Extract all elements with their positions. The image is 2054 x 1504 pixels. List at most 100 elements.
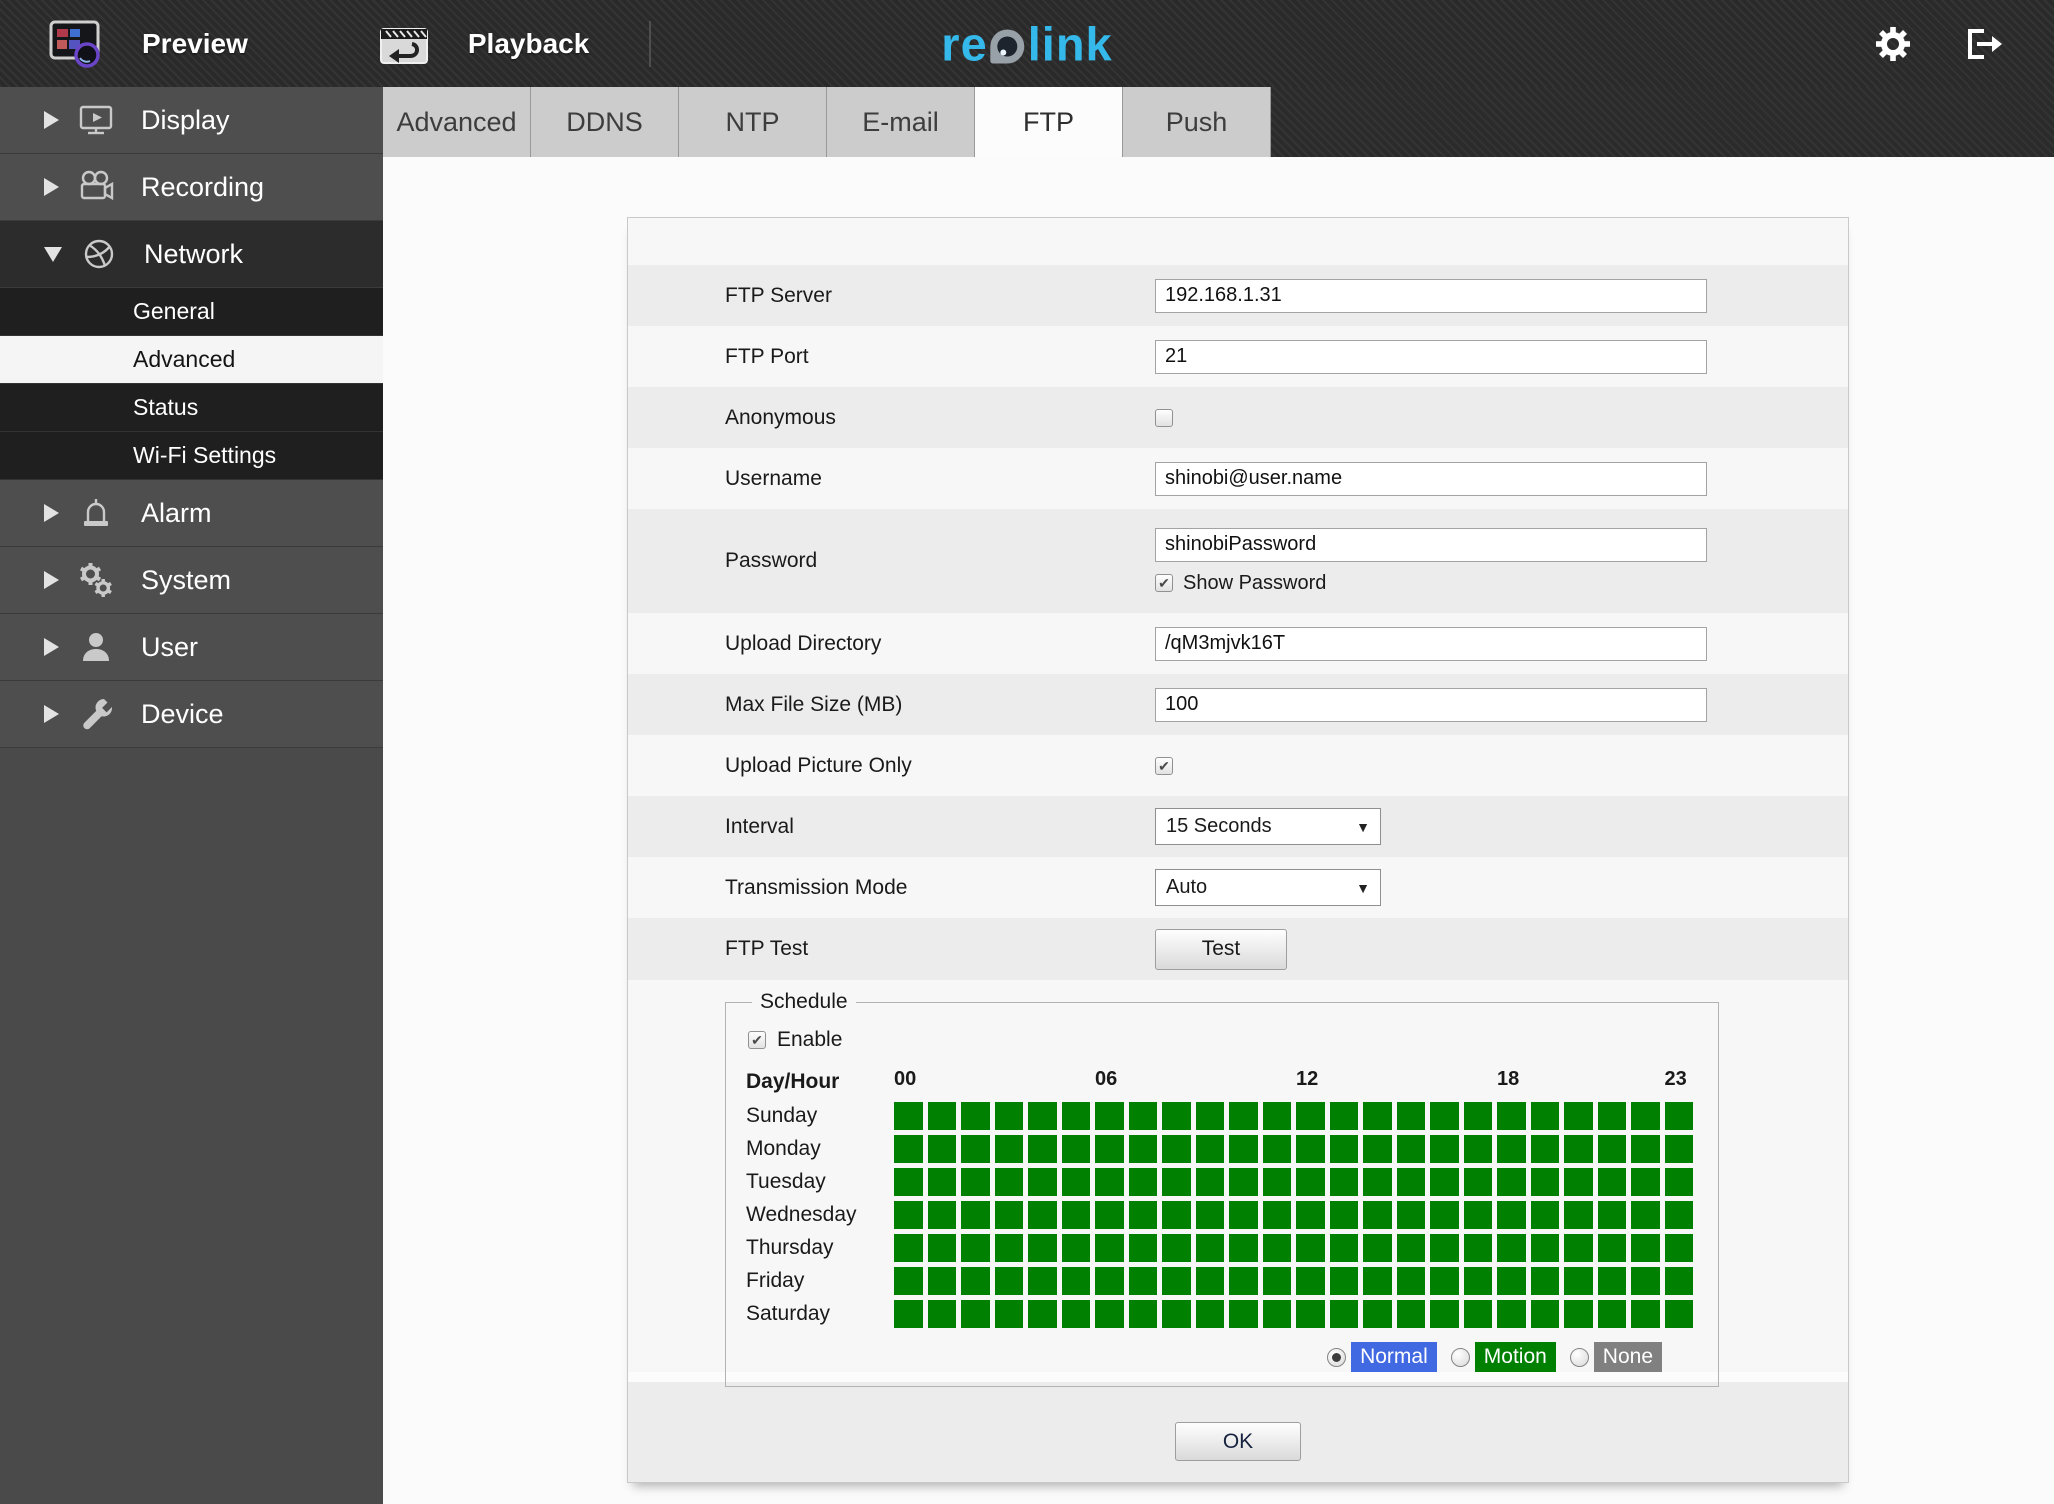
schedule-cell[interactable]	[894, 1135, 923, 1163]
anonymous-checkbox[interactable]	[1155, 408, 1173, 427]
username-input[interactable]	[1155, 461, 1707, 496]
schedule-cell[interactable]	[961, 1168, 990, 1196]
schedule-cell[interactable]	[1664, 1201, 1693, 1229]
schedule-cell[interactable]	[894, 1300, 923, 1328]
schedule-cell[interactable]	[1128, 1168, 1157, 1196]
schedule-cell[interactable]	[1396, 1102, 1425, 1130]
tab-email[interactable]: E-mail	[827, 87, 975, 157]
mode-normal-chip[interactable]: Normal	[1351, 1342, 1437, 1372]
schedule-cell[interactable]	[1396, 1300, 1425, 1328]
schedule-cell[interactable]	[961, 1201, 990, 1229]
schedule-cell[interactable]	[1631, 1102, 1660, 1130]
schedule-cell[interactable]	[1128, 1135, 1157, 1163]
schedule-cell[interactable]	[1162, 1102, 1191, 1130]
schedule-cell[interactable]	[1028, 1234, 1057, 1262]
schedule-cell[interactable]	[1430, 1267, 1459, 1295]
schedule-cell[interactable]	[1597, 1234, 1626, 1262]
schedule-cell[interactable]	[1597, 1168, 1626, 1196]
schedule-cell[interactable]	[927, 1168, 956, 1196]
schedule-cell[interactable]	[894, 1267, 923, 1295]
schedule-cell[interactable]	[1396, 1234, 1425, 1262]
schedule-cell[interactable]	[1195, 1201, 1224, 1229]
schedule-cell[interactable]	[1631, 1201, 1660, 1229]
schedule-cell[interactable]	[1664, 1267, 1693, 1295]
schedule-cell[interactable]	[1329, 1168, 1358, 1196]
sidebar-item-display[interactable]: Display	[0, 87, 383, 154]
schedule-cell[interactable]	[1262, 1267, 1291, 1295]
ftp-port-input[interactable]	[1155, 339, 1707, 374]
schedule-cell[interactable]	[1396, 1135, 1425, 1163]
schedule-cell[interactable]	[961, 1102, 990, 1130]
schedule-cell[interactable]	[1363, 1102, 1392, 1130]
schedule-enable-checkbox[interactable]	[748, 1031, 766, 1049]
schedule-cell[interactable]	[1095, 1201, 1124, 1229]
schedule-cell[interactable]	[1363, 1135, 1392, 1163]
schedule-cell[interactable]	[1463, 1234, 1492, 1262]
schedule-cell[interactable]	[1262, 1234, 1291, 1262]
schedule-cell[interactable]	[1463, 1267, 1492, 1295]
schedule-cell[interactable]	[1095, 1267, 1124, 1295]
schedule-cell[interactable]	[1229, 1102, 1258, 1130]
schedule-cell[interactable]	[1229, 1267, 1258, 1295]
schedule-cell[interactable]	[1631, 1267, 1660, 1295]
schedule-cell[interactable]	[1262, 1102, 1291, 1130]
schedule-cell[interactable]	[1296, 1135, 1325, 1163]
mode-normal-radio[interactable]	[1327, 1347, 1347, 1367]
schedule-cell[interactable]	[1597, 1300, 1626, 1328]
tab-ftp[interactable]: FTP	[975, 87, 1123, 157]
schedule-cell[interactable]	[1463, 1300, 1492, 1328]
schedule-cell[interactable]	[1329, 1201, 1358, 1229]
schedule-cell[interactable]	[927, 1234, 956, 1262]
schedule-cell[interactable]	[1664, 1135, 1693, 1163]
schedule-cell[interactable]	[1363, 1234, 1392, 1262]
schedule-cell[interactable]	[1028, 1300, 1057, 1328]
sidebar-subitem-status[interactable]: Status	[0, 384, 383, 432]
schedule-cell[interactable]	[1028, 1135, 1057, 1163]
schedule-cell[interactable]	[1564, 1234, 1593, 1262]
schedule-cell[interactable]	[1028, 1168, 1057, 1196]
schedule-cell[interactable]	[1262, 1168, 1291, 1196]
schedule-cell[interactable]	[1195, 1300, 1224, 1328]
schedule-cell[interactable]	[1061, 1234, 1090, 1262]
schedule-cell[interactable]	[1296, 1102, 1325, 1130]
mode-none-chip[interactable]: None	[1593, 1342, 1662, 1372]
schedule-cell[interactable]	[961, 1300, 990, 1328]
schedule-cell[interactable]	[1061, 1102, 1090, 1130]
schedule-cell[interactable]	[1430, 1102, 1459, 1130]
schedule-cell[interactable]	[894, 1168, 923, 1196]
schedule-cell[interactable]	[1597, 1267, 1626, 1295]
schedule-cell[interactable]	[1564, 1135, 1593, 1163]
schedule-cell[interactable]	[1162, 1201, 1191, 1229]
schedule-cell[interactable]	[1497, 1267, 1526, 1295]
schedule-cell[interactable]	[1497, 1300, 1526, 1328]
schedule-cell[interactable]	[1631, 1234, 1660, 1262]
schedule-cell[interactable]	[1195, 1102, 1224, 1130]
mode-motion-chip[interactable]: Motion	[1474, 1342, 1556, 1372]
schedule-cell[interactable]	[994, 1201, 1023, 1229]
schedule-cell[interactable]	[1329, 1267, 1358, 1295]
schedule-cell[interactable]	[1028, 1201, 1057, 1229]
schedule-cell[interactable]	[1597, 1201, 1626, 1229]
schedule-cell[interactable]	[1162, 1234, 1191, 1262]
schedule-cell[interactable]	[1463, 1135, 1492, 1163]
schedule-cell[interactable]	[1229, 1135, 1258, 1163]
mode-motion-radio[interactable]	[1450, 1347, 1470, 1367]
upload-picture-only-checkbox[interactable]	[1155, 756, 1173, 775]
schedule-cell[interactable]	[927, 1102, 956, 1130]
schedule-cell[interactable]	[894, 1234, 923, 1262]
ok-button[interactable]: OK	[1175, 1422, 1301, 1461]
schedule-cell[interactable]	[927, 1267, 956, 1295]
schedule-cell[interactable]	[1363, 1300, 1392, 1328]
schedule-cell[interactable]	[1430, 1168, 1459, 1196]
schedule-cell[interactable]	[1195, 1234, 1224, 1262]
schedule-cell[interactable]	[1430, 1234, 1459, 1262]
schedule-cell[interactable]	[961, 1267, 990, 1295]
schedule-cell[interactable]	[1631, 1300, 1660, 1328]
sidebar-item-system[interactable]: System	[0, 547, 383, 614]
schedule-cell[interactable]	[1128, 1201, 1157, 1229]
schedule-cell[interactable]	[1162, 1168, 1191, 1196]
schedule-cell[interactable]	[1296, 1168, 1325, 1196]
schedule-cell[interactable]	[1296, 1234, 1325, 1262]
schedule-cell[interactable]	[1363, 1168, 1392, 1196]
schedule-cell[interactable]	[1530, 1267, 1559, 1295]
